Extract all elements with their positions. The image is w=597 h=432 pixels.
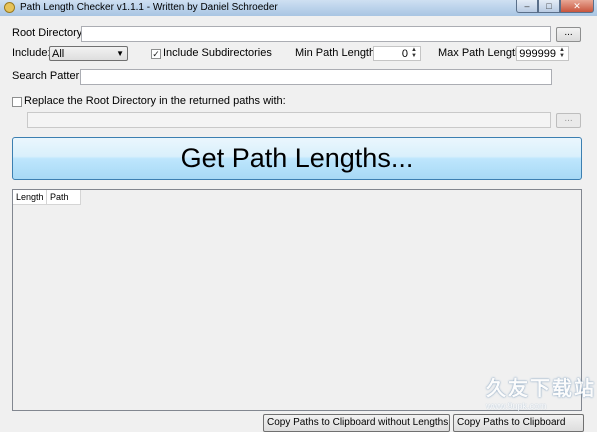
- minimize-button[interactable]: –: [516, 0, 538, 13]
- replace-root-checkbox[interactable]: [12, 97, 22, 107]
- spin-down-icon[interactable]: ▼: [411, 53, 417, 59]
- column-header-length[interactable]: Length: [13, 190, 47, 205]
- get-path-lengths-button[interactable]: Get Path Lengths...: [12, 137, 582, 180]
- spin-arrows-icon[interactable]: ▲ ▼: [409, 47, 419, 59]
- app-icon: [4, 2, 15, 13]
- search-pattern-label: Search Pattern:: [12, 70, 89, 82]
- min-path-length-stepper[interactable]: 0 ▲ ▼: [373, 46, 421, 61]
- maximize-button[interactable]: □: [538, 0, 560, 13]
- root-directory-input[interactable]: [81, 26, 551, 42]
- root-directory-browse-button[interactable]: ...: [556, 27, 581, 42]
- caption-buttons: – □ ✕: [516, 0, 594, 14]
- results-header: Length Path: [13, 190, 81, 206]
- watermark-url: www.9upk.com: [486, 401, 547, 411]
- min-path-length-value: 0: [401, 48, 408, 60]
- min-path-length-label: Min Path Length:: [295, 47, 379, 59]
- spin-down-icon[interactable]: ▼: [559, 53, 565, 59]
- window-title: Path Length Checker v1.1.1 - Written by …: [20, 2, 278, 13]
- chevron-down-icon: ▼: [116, 49, 124, 58]
- include-selected-value: All: [52, 48, 65, 60]
- include-subdirectories-label[interactable]: Include Subdirectories: [163, 47, 272, 59]
- root-directory-label: Root Directory:: [12, 27, 86, 39]
- watermark-logo: 久友下载站 www.9upk.com: [486, 372, 596, 412]
- max-path-length-stepper[interactable]: 999999 ▲ ▼: [516, 46, 569, 61]
- include-dropdown[interactable]: All ▼: [49, 46, 128, 61]
- search-pattern-input[interactable]: [80, 69, 552, 85]
- title-bar[interactable]: Path Length Checker v1.1.1 - Written by …: [0, 0, 597, 16]
- include-label: Include:: [12, 47, 51, 59]
- replace-root-label[interactable]: Replace the Root Directory in the return…: [24, 95, 286, 107]
- max-path-length-value: 999999: [519, 48, 556, 60]
- include-subdirectories-checkbox[interactable]: ✓: [151, 49, 161, 59]
- replace-root-input[interactable]: [27, 112, 551, 128]
- max-path-length-label: Max Path Length:: [438, 47, 525, 59]
- replace-root-browse-button[interactable]: ...: [556, 113, 581, 128]
- watermark-logo-text: 久友下载站: [486, 378, 596, 400]
- copy-paths-button[interactable]: Copy Paths to Clipboard: [453, 414, 584, 432]
- spin-arrows-icon[interactable]: ▲ ▼: [557, 47, 567, 59]
- copy-paths-without-lengths-button[interactable]: Copy Paths to Clipboard without Lengths: [263, 414, 450, 432]
- close-button[interactable]: ✕: [560, 0, 594, 13]
- column-header-path[interactable]: Path: [47, 190, 81, 205]
